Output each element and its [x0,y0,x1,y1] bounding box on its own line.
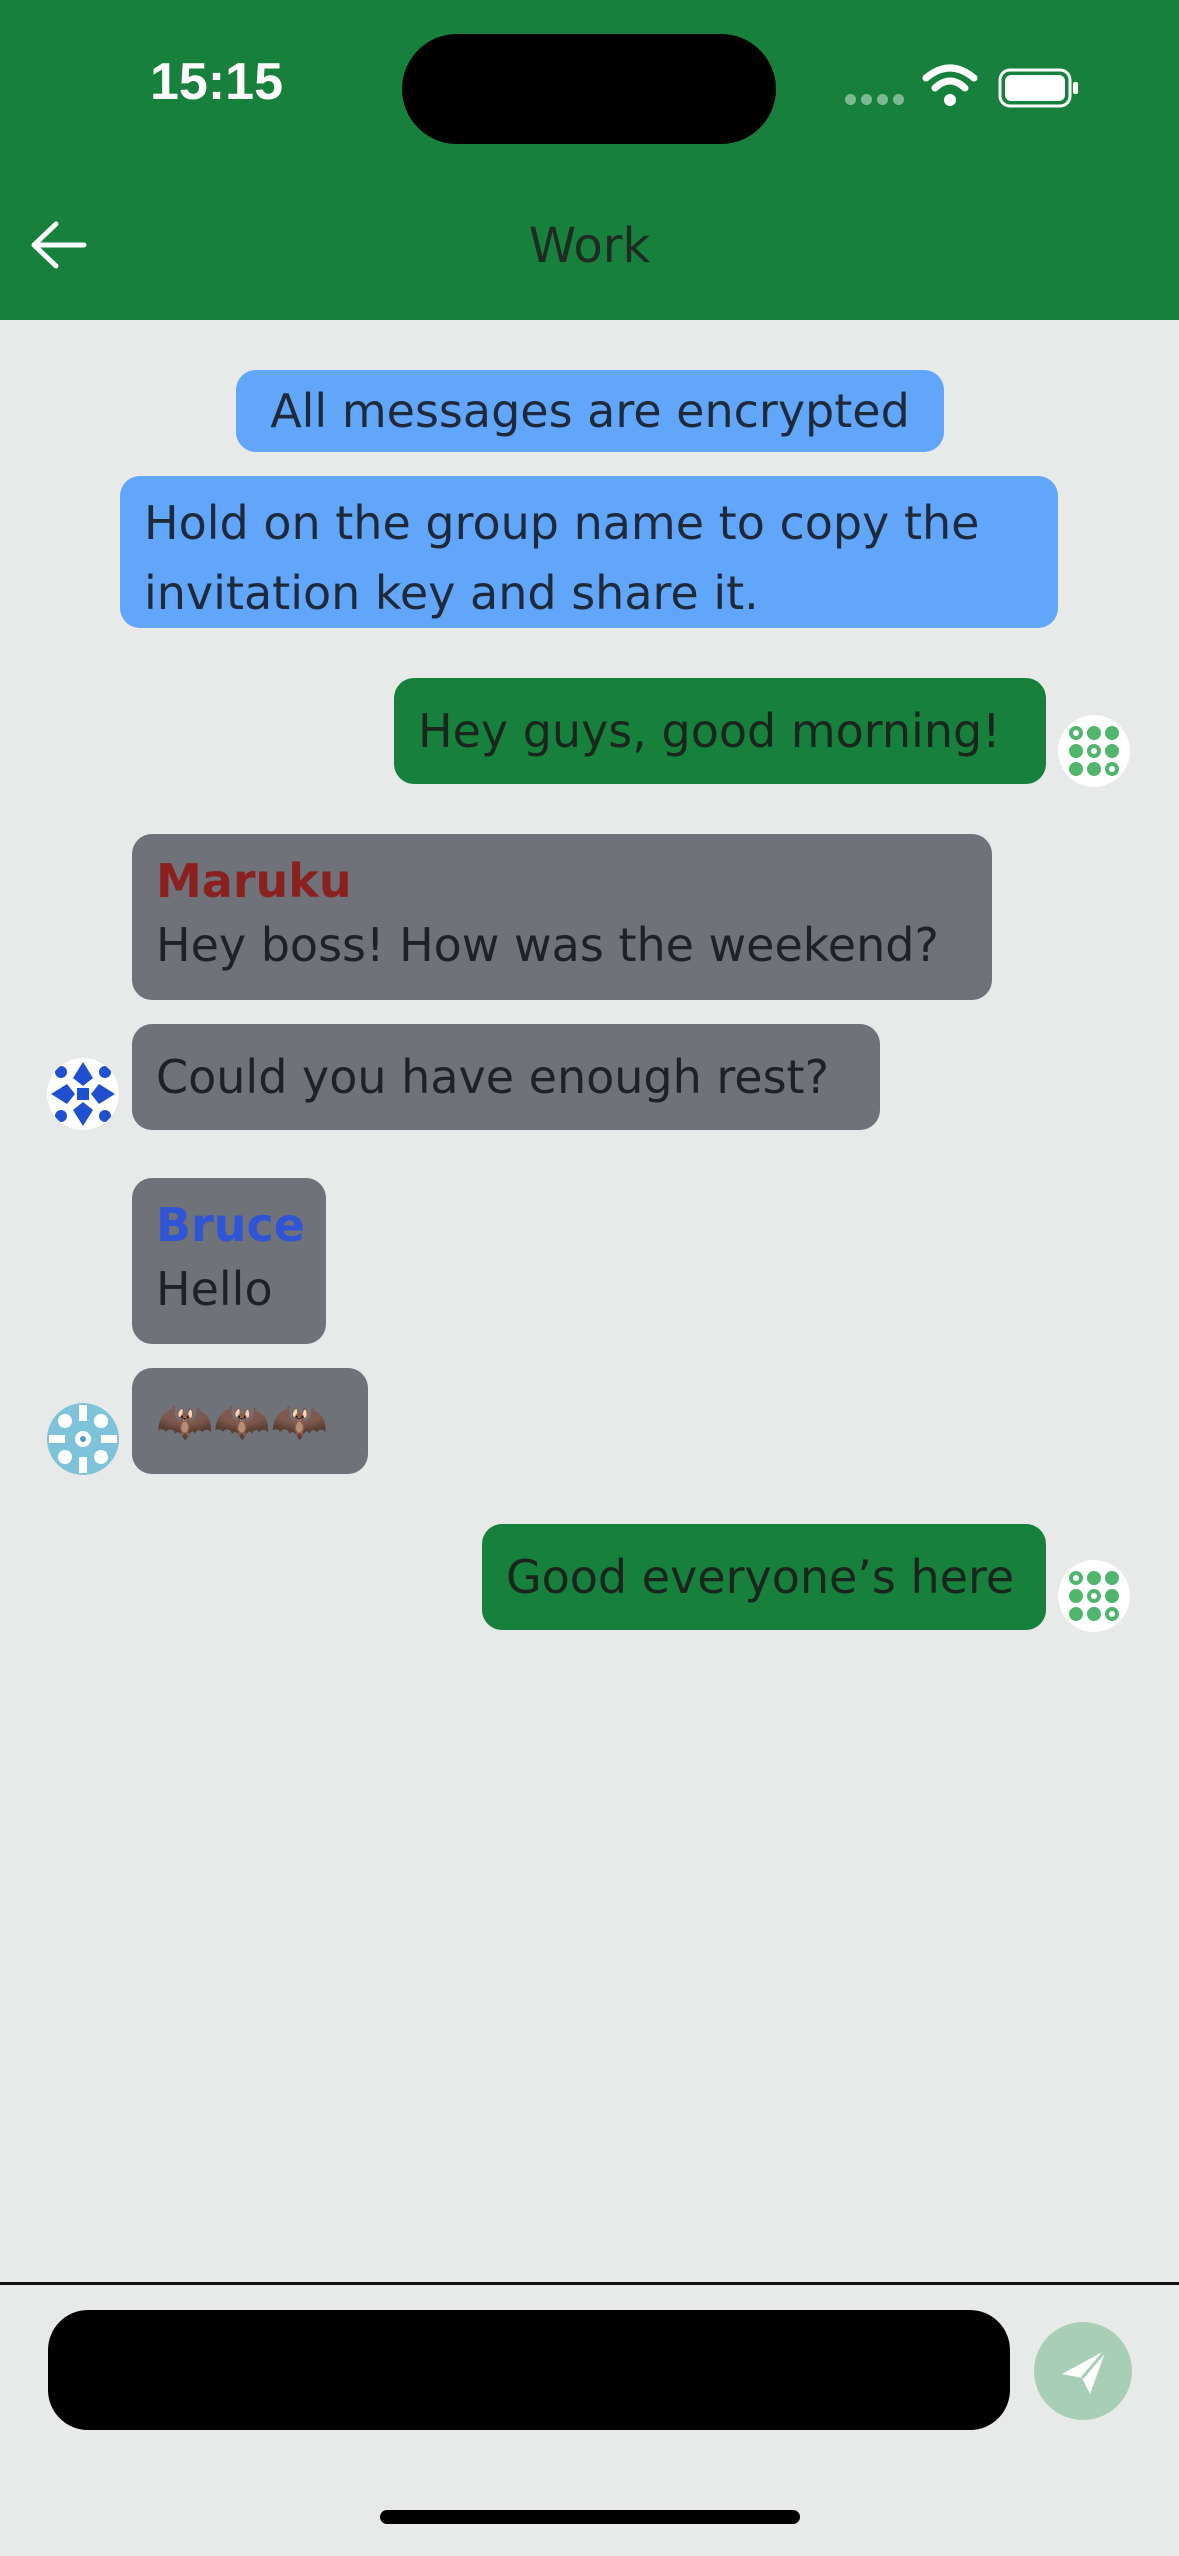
avatar-pattern-icon [47,1058,119,1130]
dynamic-island [402,34,776,144]
chat-area[interactable]: All messages are encrypted Hold on the g… [0,320,1179,2282]
my-message[interactable]: Hey guys, good morning! [394,678,1046,784]
sender-name: Bruce [156,1198,305,1252]
sender-name: Maruku [156,854,352,908]
my-avatar [1058,1560,1130,1632]
message-text: Good everyone’s here [506,1550,1015,1604]
avatar-pattern-icon [1058,1560,1130,1632]
message-text: Could you have enough rest? [156,1050,829,1104]
wifi-icon [922,64,978,106]
bruce-avatar [47,1403,119,1475]
group-title[interactable]: Work [0,218,1179,274]
their-message[interactable]: 🦇🦇🦇 [132,1368,368,1474]
their-message[interactable]: Maruku Hey boss! How was the weekend? [132,834,992,1000]
send-icon [1062,2349,1108,2394]
status-time: 15:15 [150,53,283,111]
message-text: Hey boss! How was the weekend? [156,918,939,972]
avatar-pattern-icon [1058,715,1130,787]
their-message[interactable]: Bruce Hello [132,1178,326,1344]
system-message-text: Hold on the group name to copy the invit… [144,496,980,620]
battery-icon [998,68,1078,108]
home-indicator [380,2510,800,2524]
emoji-message-text: 🦇🦇🦇 [156,1394,328,1448]
message-input[interactable] [48,2310,1010,2430]
system-message: Hold on the group name to copy the invit… [120,476,1058,628]
maruku-avatar [47,1058,119,1130]
my-avatar [1058,715,1130,787]
composer-divider [0,2282,1179,2285]
system-message: All messages are encrypted [236,370,944,452]
cellular-signal-icon [845,94,905,108]
their-message[interactable]: Could you have enough rest? [132,1024,880,1130]
message-text: Hey guys, good morning! [418,704,1001,758]
send-button[interactable] [1034,2322,1132,2420]
app-header: 15:15 Work [0,0,1179,320]
my-message[interactable]: Good everyone’s here [482,1524,1046,1630]
system-message-text: All messages are encrypted [270,384,910,438]
message-text: Hello [156,1262,273,1316]
avatar-pattern-icon [47,1403,119,1475]
